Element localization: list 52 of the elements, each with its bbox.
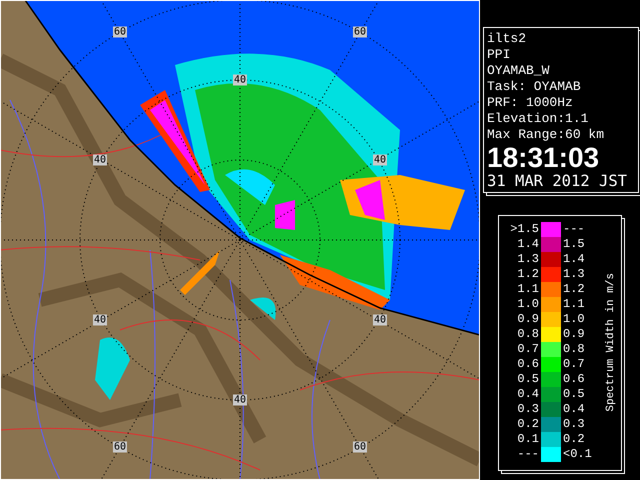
legend-label: 0.6 [562, 372, 586, 387]
legend-label: --- [516, 447, 540, 462]
range-label: 40 [372, 154, 388, 166]
range-label: 60 [352, 26, 368, 38]
range-label: 60 [352, 442, 368, 452]
legend-label: 0.2 [562, 432, 586, 447]
legend-label: 0.3 [562, 417, 586, 432]
range-label: 60 [112, 26, 128, 38]
legend-label: 0.4 [562, 402, 586, 417]
legend-label: 1.3 [562, 267, 586, 282]
legend-label: 1.1 [516, 282, 540, 297]
legend-label: 1.2 [516, 267, 540, 282]
legend-label: >1.5 [509, 222, 540, 237]
range-label: 40 [92, 314, 108, 326]
legend-title: Spectrum Width in m/s [605, 272, 617, 412]
range-label: 60 [112, 442, 128, 452]
legend-label: 0.4 [516, 387, 540, 402]
legend-label: 1.5 [562, 237, 586, 252]
info-line: Task: OYAMAB [487, 79, 582, 95]
legend-label: 1.4 [516, 237, 540, 252]
info-line: PRF: 1000Hz [487, 95, 574, 111]
legend-label: 0.5 [516, 372, 540, 387]
legend-label: 1.3 [516, 252, 540, 267]
legend-label: 0.7 [562, 357, 586, 372]
legend-label: 0.8 [562, 342, 586, 357]
legend-label: 1.0 [562, 312, 586, 327]
legend-label: 1.0 [516, 297, 540, 312]
legend-label: 0.1 [516, 432, 540, 447]
info-line: PPI [487, 47, 512, 63]
legend-label: 1.1 [562, 297, 586, 312]
legend-label: 0.6 [516, 357, 540, 372]
legend-label: 0.8 [516, 327, 540, 342]
legend-label: 0.2 [516, 417, 540, 432]
legend-label: 0.9 [516, 312, 540, 327]
range-label: 40 [232, 74, 248, 86]
info-line: OYAMAB_W [487, 63, 550, 79]
legend-label: 1.4 [562, 252, 586, 267]
legend-label: 0.7 [516, 342, 540, 357]
range-label: 40 [372, 314, 388, 326]
range-label: 40 [92, 154, 108, 166]
time-text: 18:31:03 [487, 144, 600, 172]
legend-label: <0.1 [562, 447, 593, 462]
legend-label: 0.5 [562, 387, 586, 402]
date-text: 31 MAR 2012 JST [487, 172, 628, 190]
info-line: Elevation:1.1 [487, 111, 590, 127]
info-line: ilts2 [487, 31, 528, 47]
legend-label: 0.9 [562, 327, 586, 342]
legend-label: 1.2 [562, 282, 586, 297]
info-line: Max Range:60 km [487, 127, 606, 143]
legend-label: 0.3 [516, 402, 540, 417]
range-label: 40 [232, 394, 248, 406]
legend-label: --- [562, 222, 586, 237]
